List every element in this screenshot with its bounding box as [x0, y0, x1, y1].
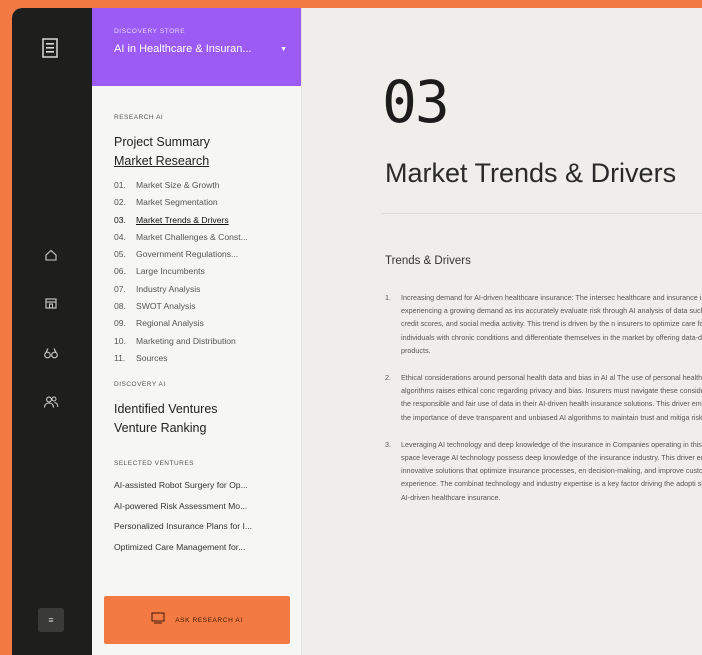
research-label: RESEARCH AI: [114, 114, 164, 121]
venture-item[interactable]: AI-powered Risk Assessment Mo...: [114, 496, 279, 517]
sidebar: DISCOVERY STORE AI in Healthcare & Insur…: [92, 8, 302, 655]
store-selector[interactable]: DISCOVERY STORE AI in Healthcare & Insur…: [92, 8, 301, 86]
toc-item-active[interactable]: 03. Market Trends & Drivers: [114, 212, 279, 229]
project-summary-link[interactable]: Project Summary: [114, 133, 279, 152]
toc-item[interactable]: 07. Industry Analysis: [114, 281, 279, 298]
toc-item[interactable]: 11. Sources: [114, 350, 279, 367]
binoculars-icon[interactable]: [40, 342, 62, 364]
section-number: 03: [382, 68, 450, 136]
driver-item: 2. Ethical considerations around persona…: [385, 373, 702, 422]
caret-down-icon: ▼: [280, 45, 287, 53]
page-title: Market Trends & Drivers: [385, 158, 677, 188]
divider: [382, 213, 702, 214]
icon-rail: ≡: [12, 8, 92, 655]
rail-menu-button[interactable]: ≡: [38, 608, 64, 632]
toc-item[interactable]: 05. Government Regulations...: [114, 246, 279, 263]
ask-research-label: ASK RESEARCH AI: [175, 616, 243, 624]
identified-ventures-link[interactable]: Identified Ventures: [114, 400, 279, 419]
venture-item[interactable]: Personalized Insurance Plans for I...: [114, 516, 279, 537]
driver-item: 3. Leveraging AI technology and deep kno…: [385, 439, 702, 502]
section-subhead: Trends & Drivers: [385, 255, 471, 267]
home-icon[interactable]: [40, 244, 62, 266]
selected-ventures-label: SELECTED VENTURES: [114, 460, 195, 468]
logo-icon[interactable]: [42, 38, 58, 58]
toc-item[interactable]: 06. Large Incumbents: [114, 263, 279, 280]
selected-ventures-section: SELECTED VENTURES AI-assisted Robot Surg…: [92, 460, 301, 557]
driver-item: 1. Increasing demand for AI-driven healt…: [385, 293, 702, 355]
ask-research-button[interactable]: ASK RESEARCH AI: [104, 596, 290, 644]
venture-item[interactable]: AI-assisted Robot Surgery for Op...: [114, 475, 279, 496]
drivers-list: 1. Increasing demand for AI-driven healt…: [385, 291, 702, 518]
toc-item[interactable]: 09. Regional Analysis: [114, 315, 279, 332]
store-icon[interactable]: [40, 292, 62, 314]
toc-item[interactable]: 01. Market Size & Growth: [114, 177, 279, 194]
chat-icon: [151, 611, 165, 629]
store-kicker: DISCOVERY STORE: [114, 28, 186, 35]
venture-item[interactable]: Optimized Care Management for...: [114, 537, 279, 558]
toc-list: 01. Market Size & Growth 02. Market Segmen…: [114, 177, 279, 367]
discovery-section: DISCOVERY AI Identified Ventures Venture…: [92, 381, 301, 438]
toc-item[interactable]: 10. Marketing and Distribution: [114, 333, 279, 350]
research-section: RESEARCH AI Project Summary Market Resea…: [92, 114, 301, 367]
app-window: ≡ DISCOVERY STORE AI in Healthcare & Ins…: [12, 8, 702, 655]
market-research-link[interactable]: Market Research: [114, 152, 279, 171]
toc-item[interactable]: 02. Market Segmentation: [114, 194, 279, 211]
discovery-label: DISCOVERY AI: [114, 381, 166, 389]
store-name: AI in Healthcare & Insuran...: [114, 43, 252, 55]
venture-ranking-link[interactable]: Venture Ranking: [114, 419, 279, 438]
users-icon[interactable]: [40, 391, 62, 413]
main-content: 03 Market Trends & Drivers Trends & Driv…: [302, 8, 702, 655]
toc-item[interactable]: 04. Market Challenges & Const...: [114, 229, 279, 246]
toc-item[interactable]: 08. SWOT Analysis: [114, 298, 279, 315]
